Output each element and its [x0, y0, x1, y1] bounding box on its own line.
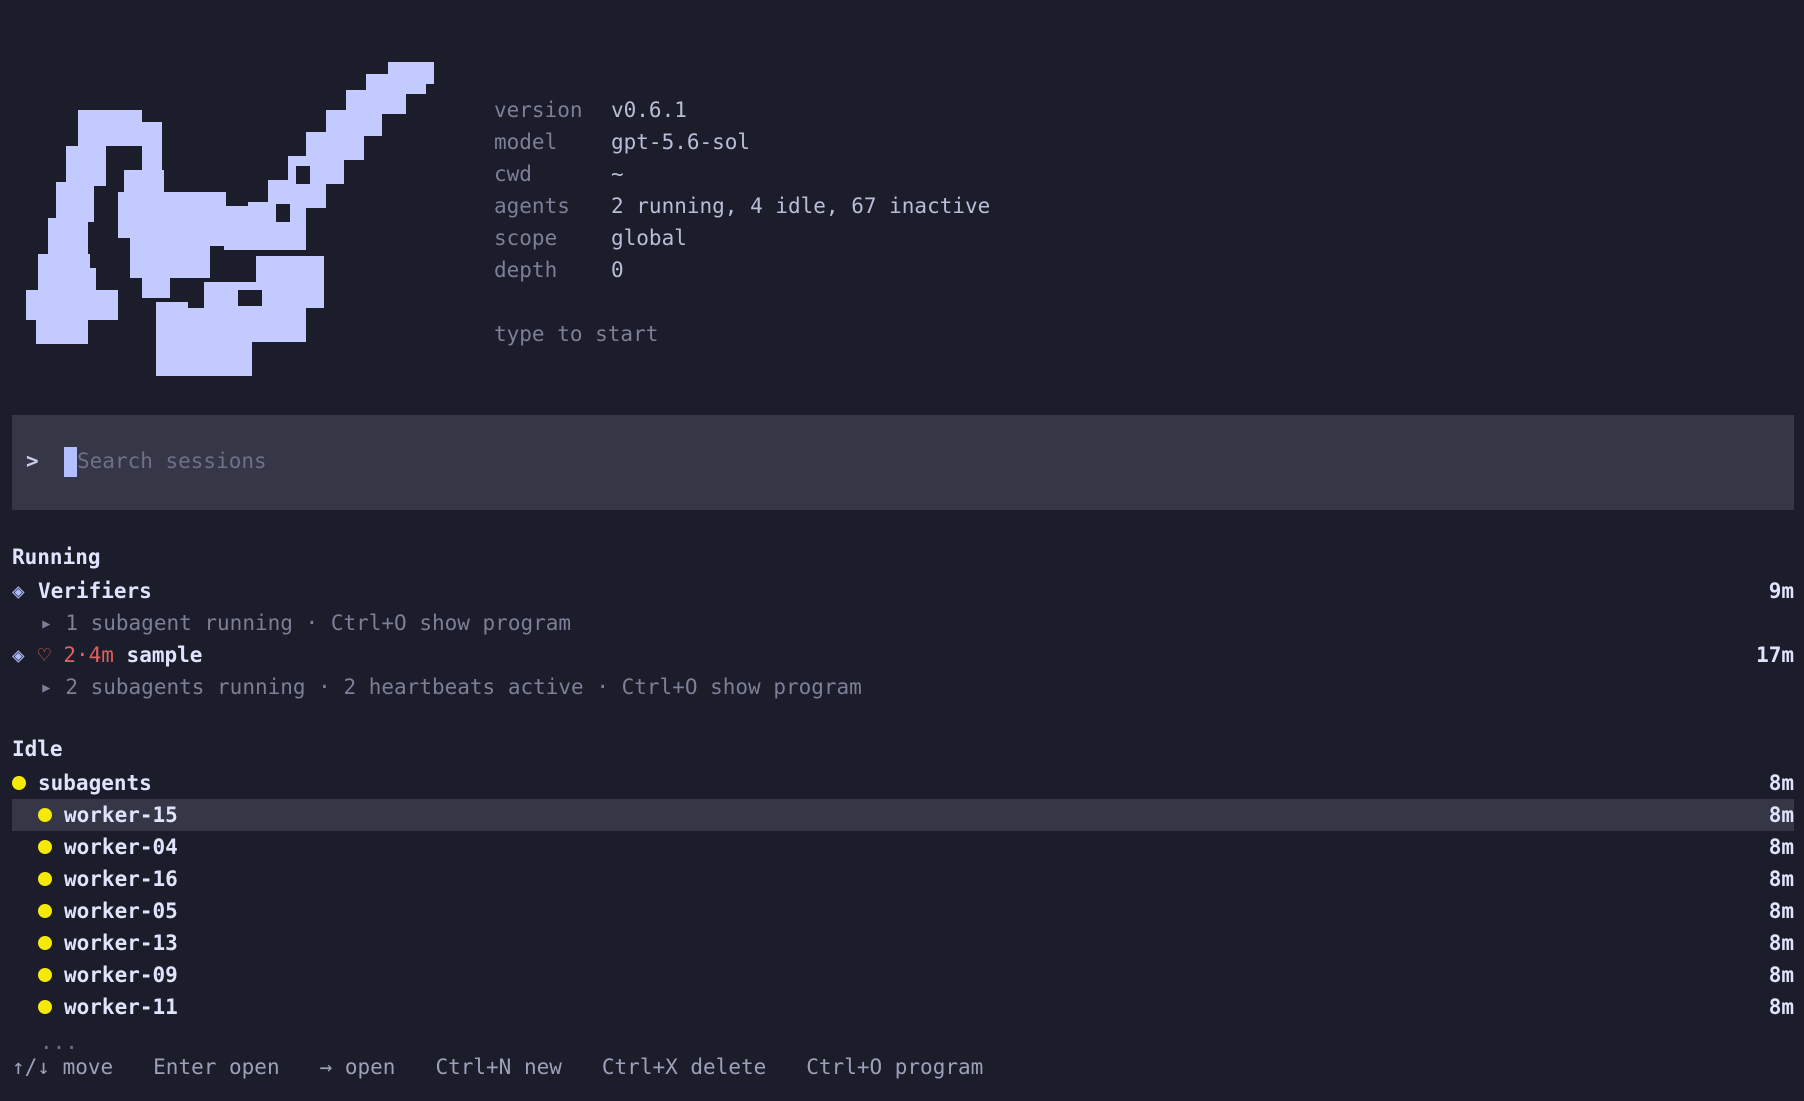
hint-new: Ctrl+N new [435, 1055, 562, 1079]
status-dot-icon [38, 967, 52, 982]
session-detail: ▸ 1 subagent running · Ctrl+O show progr… [40, 607, 571, 639]
worker-row[interactable]: worker-09 8m [12, 959, 1794, 991]
info-scope: scope global [494, 226, 687, 250]
worker-name: worker-04 [64, 835, 178, 859]
session-row-verifiers[interactable]: ◈ Verifiers 9m [12, 575, 1794, 607]
session-name: sample [126, 643, 203, 667]
worker-row[interactable]: worker-04 8m [12, 831, 1794, 863]
triangle-right-icon: ▸ [40, 675, 53, 699]
info-agents: agents 2 running, 4 idle, 67 inactive [494, 194, 990, 218]
hint-delete: Ctrl+X delete [601, 1055, 767, 1079]
worker-time: 8m [1768, 931, 1794, 955]
session-name: Verifiers [38, 579, 152, 603]
worker-time: 8m [1768, 867, 1794, 891]
status-dot-icon [12, 775, 26, 790]
worker-time: 8m [1768, 995, 1794, 1019]
worker-time: 8m [1768, 835, 1794, 859]
more-indicator: ... [40, 1030, 78, 1054]
info-cwd: cwd ~ [494, 162, 624, 186]
section-running-title: Running [12, 545, 101, 569]
start-hint: type to start [494, 322, 659, 346]
status-dot-icon [38, 999, 52, 1014]
session-name: subagents [38, 771, 152, 795]
hint-arrow-open: → open [319, 1055, 396, 1079]
worker-time: 8m [1768, 963, 1794, 987]
worker-name: worker-05 [64, 899, 178, 923]
status-dot-icon [38, 807, 52, 822]
info-label: version [494, 98, 583, 122]
worker-row[interactable]: worker-05 8m [12, 895, 1794, 927]
worker-row[interactable]: worker-16 8m [12, 863, 1794, 895]
session-detail: ▸ 2 subagents running · 2 heartbeats act… [40, 671, 862, 703]
section-idle-title: Idle [12, 737, 63, 761]
heartbeat-elapsed: 2·4m [63, 643, 114, 667]
session-time: 8m [1768, 771, 1794, 795]
info-label: cwd [494, 162, 532, 186]
search-bar[interactable]: > [12, 415, 1794, 510]
info-label: model [494, 130, 558, 154]
worker-name: worker-13 [64, 931, 178, 955]
worker-row[interactable]: worker-13 8m [12, 927, 1794, 959]
diamond-icon: ◈ [12, 643, 25, 667]
status-dot-icon [38, 935, 52, 950]
info-label: agents [494, 194, 570, 218]
info-model: model gpt-5.6-sol [494, 130, 750, 154]
info-value: 2 running, 4 idle, 67 inactive [611, 194, 991, 218]
prompt-icon: > [26, 449, 39, 473]
worker-name: worker-11 [64, 995, 178, 1019]
diamond-icon: ◈ [12, 579, 25, 603]
status-dot-icon [38, 871, 52, 886]
heart-icon: ♡ [38, 643, 51, 667]
worker-name: worker-09 [64, 963, 178, 987]
search-input[interactable] [77, 443, 677, 479]
text-cursor [64, 447, 77, 477]
info-value: ~ [611, 162, 624, 186]
worker-row[interactable]: worker-15 8m [12, 799, 1794, 831]
info-value: global [611, 226, 687, 250]
info-value: 0 [611, 258, 624, 282]
session-time: 9m [1768, 579, 1794, 603]
worker-time: 8m [1768, 899, 1794, 923]
session-row-subagents[interactable]: subagents 8m [12, 767, 1794, 799]
info-version: version v0.6.1 [494, 98, 687, 122]
hint-enter-open: Enter open [153, 1055, 280, 1079]
hint-program: Ctrl+O program [806, 1055, 984, 1079]
triangle-right-icon: ▸ [40, 611, 53, 635]
info-label: depth [494, 258, 558, 282]
session-time: 17m [1756, 643, 1794, 667]
worker-name: worker-15 [64, 803, 178, 827]
info-depth: depth 0 [494, 258, 624, 282]
info-label: scope [494, 226, 558, 250]
keybinding-footer: ↑/↓ move Enter open → open Ctrl+N new Ctrl+X… [12, 1055, 1023, 1079]
session-detail-text: 1 subagent running · Ctrl+O show program [65, 611, 572, 635]
worker-row[interactable]: worker-11 8m [12, 991, 1794, 1023]
worker-time: 8m [1768, 803, 1794, 827]
info-value: v0.6.1 [611, 98, 687, 122]
status-dot-icon [38, 903, 52, 918]
session-row-sample[interactable]: ◈ ♡ 2·4m sample 17m [12, 639, 1794, 671]
app-logo [26, 62, 434, 376]
info-value: gpt-5.6-sol [611, 130, 751, 154]
hint-move: ↑/↓ move [12, 1055, 114, 1079]
worker-name: worker-16 [64, 867, 178, 891]
session-detail-text: 2 subagents running · 2 heartbeats activ… [65, 675, 862, 699]
status-dot-icon [38, 839, 52, 854]
